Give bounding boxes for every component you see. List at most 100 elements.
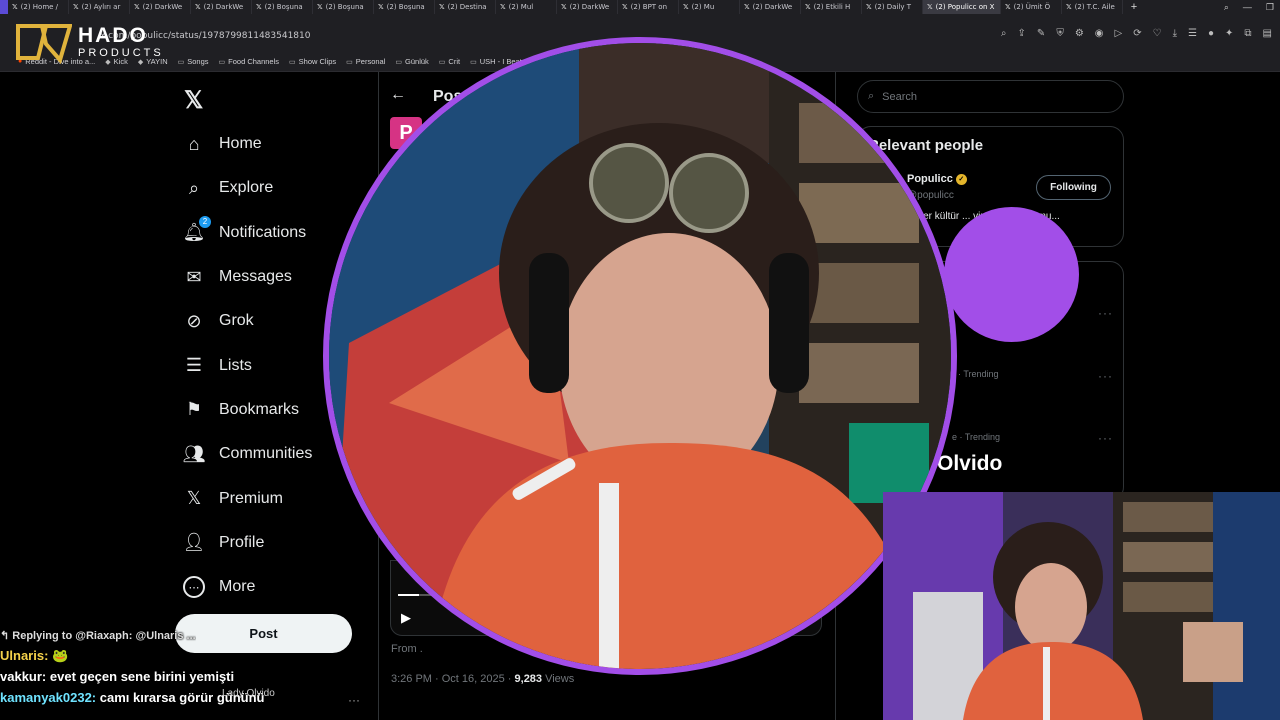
play-icon[interactable]: ▷ [1115, 28, 1123, 39]
search-icon[interactable]: ⌕ [1224, 2, 1229, 13]
browser-tab[interactable]: 𝕏 (2) Boşuna [313, 0, 374, 14]
chat-more-icon[interactable]: ··· [348, 693, 360, 707]
share-icon[interactable]: ⇪ [1018, 28, 1026, 39]
profile-icon[interactable]: ● [1208, 28, 1214, 39]
window-controls: ⌕ — ❐ [1224, 0, 1274, 14]
nav-label: Home [219, 135, 262, 153]
menu-icon[interactable]: ☰ [1188, 28, 1197, 39]
chat-username: kamanyak0232: [0, 690, 97, 705]
trend-title[interactable]: Olvido [937, 452, 1002, 476]
nav-item-bookmarks[interactable]: ⚑ Bookmarks [183, 388, 312, 432]
shield-icon[interactable]: ⛨ [1056, 28, 1064, 39]
chat-message: vakkur: evet geçen sene birini yemişti [0, 667, 234, 687]
nav-item-more[interactable]: ⋯ More [183, 565, 312, 609]
bookmark-label: Günlük [405, 57, 429, 66]
chat-text: evet geçen sene birini yemişti [49, 669, 235, 684]
nav-label: Grok [219, 312, 254, 330]
tab-icon[interactable]: ⧉ [1244, 28, 1251, 39]
browser-tab[interactable]: 𝕏 (2) Populicc on X [923, 0, 1001, 14]
x-favicon-icon: 𝕏 [622, 3, 628, 11]
chat-username: Ulnaris: [0, 648, 49, 663]
browser-tab[interactable]: 𝕏 (2) Ümit Ö [1001, 0, 1062, 14]
folder-icon: ▭ [177, 58, 185, 66]
folder-icon: ▭ [289, 58, 296, 66]
people-icon: 👥︎ [182, 443, 206, 464]
nav-item-home[interactable]: ⌂ Home [183, 122, 312, 166]
browser-tab[interactable]: 𝕏 (2) DarkWe [191, 0, 252, 14]
new-tab-button[interactable]: + [1123, 1, 1145, 13]
back-arrow-icon[interactable]: ← [390, 86, 406, 104]
nav-label: Profile [219, 533, 265, 551]
browser-tab[interactable]: 𝕏 (2) Boşuna [374, 0, 435, 14]
bookmark-item[interactable]: ▭ Personal [346, 57, 385, 66]
nav-label: Notifications [219, 223, 307, 241]
browser-tab[interactable]: 𝕏 (2) Mul [496, 0, 557, 14]
post-button[interactable]: Post [175, 614, 352, 653]
bell-icon: 🔔︎ 2 [183, 215, 211, 244]
bookmark-item[interactable]: ▭ Crit [439, 57, 460, 66]
restore-icon[interactable]: ❐ [1266, 2, 1274, 13]
browser-tab[interactable]: 𝕏 (2) Boşuna [252, 0, 313, 14]
search-box[interactable]: ⌕ Search [857, 80, 1124, 113]
nav-item-lists[interactable]: ☰ Lists [183, 343, 312, 387]
edit-icon[interactable]: ✎ [1037, 28, 1045, 39]
grok-icon: ⊘ [186, 310, 202, 331]
x-icon: 𝕏 [186, 488, 202, 509]
person-name[interactable]: Populicc ✓ [907, 173, 967, 185]
webcam-image [329, 43, 951, 669]
more-options-icon[interactable]: ··· [1098, 306, 1113, 320]
tab-label: (2) Aylırı ar [81, 3, 121, 11]
x-logo[interactable]: 𝕏 [184, 86, 203, 115]
download-icon[interactable]: ⤓ [1173, 28, 1177, 39]
browser-tab[interactable]: 𝕏 (2) Daily T [862, 0, 923, 14]
extension-icon[interactable]: ⚙ [1075, 28, 1084, 39]
zoom-icon[interactable]: ⌕ [1001, 28, 1007, 39]
browser-tab[interactable]: 𝕏 (2) DarkWe [557, 0, 618, 14]
nav-item-grok[interactable]: ⊘ Grok [183, 299, 312, 343]
nav-item-messages[interactable]: ✉ Messages [183, 255, 312, 299]
tab-label: (2) DarkWe [203, 3, 244, 11]
browser-tab[interactable]: 𝕏 (2) Aylırı ar [69, 0, 130, 14]
minimize-icon[interactable]: — [1243, 2, 1252, 12]
browser-tab[interactable]: 𝕏 (2) DarkWe [740, 0, 801, 14]
browser-tab[interactable]: 𝕏 (2) BPT on [618, 0, 679, 14]
nav-item-profile[interactable]: 👤︎ Profile [183, 521, 312, 565]
browser-tab[interactable]: 𝕏 (2) Destina [435, 0, 496, 14]
clipboard-icon[interactable]: ▤ [1263, 28, 1272, 39]
chat-username: vakkur: [0, 669, 47, 684]
nav-item-premium[interactable]: 𝕏 Premium [183, 476, 312, 520]
play-icon[interactable]: ▶ [401, 610, 411, 626]
x-favicon-icon: 𝕏 [256, 3, 262, 11]
nav-item-notifications[interactable]: 🔔︎ 2 Notifications [183, 211, 312, 255]
bookmark-item[interactable]: ▭ Songs [178, 57, 209, 66]
nav-item-explore[interactable]: ⌕ Explore [183, 166, 312, 210]
bookmark-item[interactable]: ▭ Show Clips [289, 57, 336, 66]
nav-item-communities[interactable]: 👥︎ Communities [182, 432, 313, 476]
tab-label: (2) Ümit Ö [1013, 3, 1051, 11]
browser-tab[interactable]: 𝕏 (2) DarkWe [130, 0, 191, 14]
nav-label: Messages [219, 268, 292, 286]
browser-tab[interactable]: 𝕏 (2) Etkili H [801, 0, 862, 14]
nav-label: More [219, 578, 256, 596]
more-options-icon[interactable]: ··· [1098, 431, 1113, 445]
folder-icon: ▭ [470, 58, 477, 66]
tab-label: (2) T.C. Aile [1074, 3, 1115, 11]
nav-label: Explore [219, 179, 274, 197]
browser-tab[interactable]: 𝕏 (2) Mu [679, 0, 740, 14]
bookmark-label: Food Channels [228, 57, 280, 66]
bookmark-item[interactable]: ▭ Günlük [395, 57, 428, 66]
bookmark-item[interactable]: ▭ Food Channels [219, 57, 280, 66]
chat-message: Ulnaris: 🐸 [0, 646, 68, 666]
x-favicon-icon: 𝕏 [73, 3, 79, 11]
more-options-icon[interactable]: ··· [1098, 369, 1113, 383]
nav-label: Lists [219, 356, 252, 374]
heart-icon[interactable]: ♡ [1153, 28, 1162, 39]
browser-tab[interactable]: 𝕏 (2) T.C. Aile [1062, 0, 1123, 14]
following-button[interactable]: Following [1036, 175, 1111, 200]
camera-icon[interactable]: ◉ [1095, 28, 1104, 39]
browser-tab[interactable]: 𝕏 (2) Home / [8, 0, 69, 14]
extension-icon[interactable]: ✦ [1225, 28, 1233, 39]
history-icon[interactable]: ⟳ [1133, 28, 1141, 39]
tab-strip-icon [0, 0, 8, 14]
x-nav: ⌂ Home ⌕ Explore 🔔︎ 2 Notifications ✉ Messages ⊘ G… [183, 122, 312, 609]
